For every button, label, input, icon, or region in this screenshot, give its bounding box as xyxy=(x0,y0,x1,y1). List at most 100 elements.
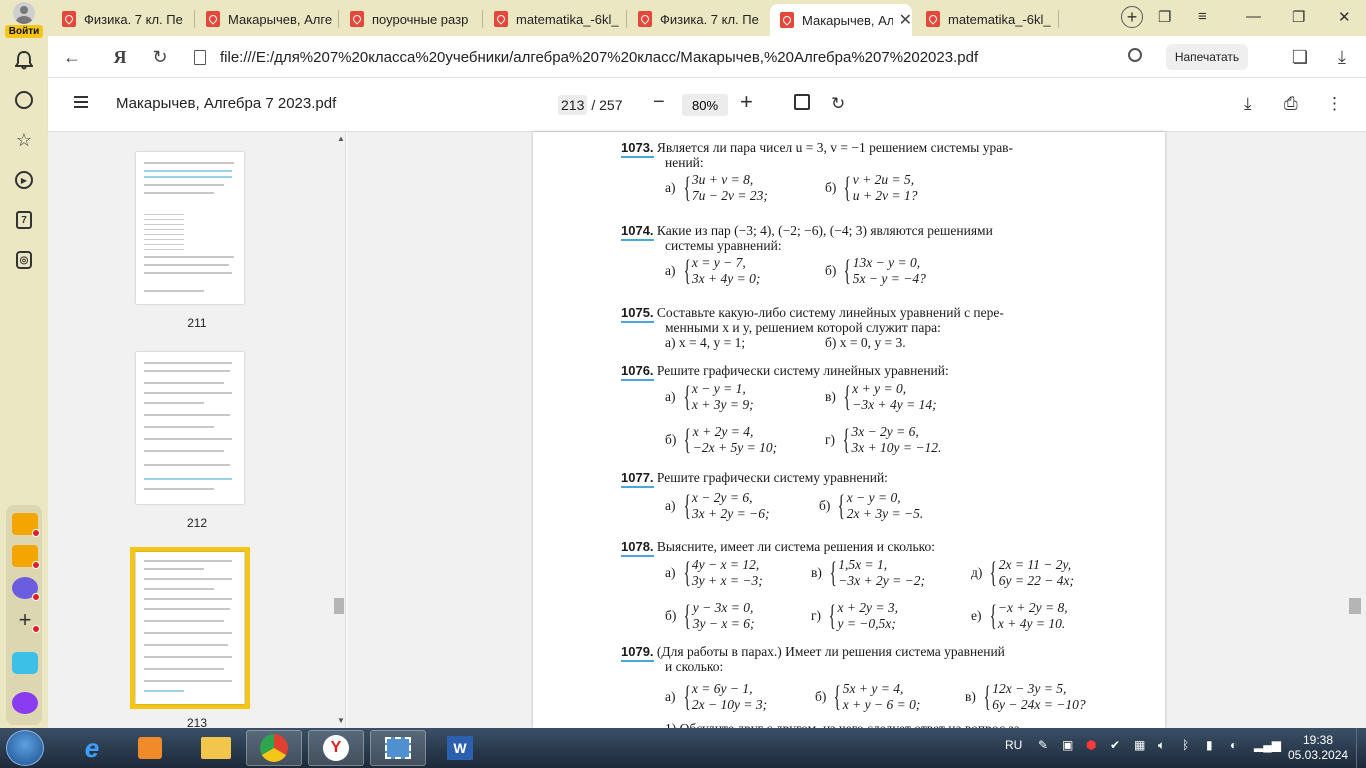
tab-active[interactable]: Макарычев, Ал ✕ xyxy=(770,4,912,36)
show-desktop-button[interactable] xyxy=(1356,728,1366,768)
problem-1074: 1074. Какие из пар (−3; 4), (−2; −6), (−… xyxy=(621,223,993,253)
tab[interactable]: matematika_-6kl_ xyxy=(484,4,624,34)
yandex-icon[interactable]: Я xyxy=(108,45,132,69)
bell-icon[interactable] xyxy=(12,48,36,72)
search-icon[interactable] xyxy=(1128,48,1142,62)
pdf-viewer[interactable]: 1073. Является ли пара чисел u = 3, v = … xyxy=(347,132,1366,736)
network-icon[interactable]: ▦ xyxy=(1134,738,1145,752)
language-indicator[interactable]: RU xyxy=(1005,738,1022,752)
pdf-title: Макарычев, Алгебра 7 2023.pdf xyxy=(116,95,337,112)
tab[interactable]: matematika_-6kl_ xyxy=(916,4,1056,34)
screen: Войти ☆ ▶ 7 ◎ + Физика. 7 кл. Пе Макарыч… xyxy=(0,0,1366,768)
clock-time: 19:38 xyxy=(1302,733,1334,747)
reload-button[interactable]: ↻ xyxy=(148,45,172,69)
word-icon[interactable]: W xyxy=(432,730,488,766)
calendar-icon[interactable]: 7 xyxy=(12,208,36,232)
thumbnail-page[interactable] xyxy=(136,352,244,504)
download-icon[interactable]: ⤓ xyxy=(1244,94,1252,114)
minimize-button[interactable]: — xyxy=(1246,8,1261,25)
system-1079a: а){ x = 6y − 1, 2x − 10y = 3; xyxy=(665,680,768,713)
pdf-icon xyxy=(638,11,652,27)
system-1078v: в){ 1,5x = 1, −3x + 2y = −2; xyxy=(811,556,925,589)
zoom-out-button[interactable]: − xyxy=(653,91,665,114)
thumbnail-pane: 211 212 213 ▲ ▼ xyxy=(48,132,346,730)
scroll-down-arrow[interactable]: ▼ xyxy=(337,716,345,725)
start-button[interactable] xyxy=(6,730,44,766)
menu-icon[interactable] xyxy=(74,96,88,108)
fit-page-icon[interactable] xyxy=(794,94,810,110)
pdf-icon xyxy=(494,11,508,27)
scroll-up-arrow[interactable]: ▲ xyxy=(337,134,345,143)
pen-icon[interactable]: ✎ xyxy=(1038,738,1048,752)
downloads-icon[interactable]: ⤓ xyxy=(1330,45,1354,69)
system-1076v: в){ x + y = 0, −3x + 4y = 14; xyxy=(825,380,937,413)
pdf-icon xyxy=(62,11,76,27)
pdf-page: 1073. Является ли пара чисел u = 3, v = … xyxy=(533,132,1165,736)
account-button[interactable]: Войти xyxy=(0,2,48,40)
volume-icon[interactable]: 🔈︎ xyxy=(1158,738,1165,753)
send-icon[interactable] xyxy=(12,652,38,674)
address-bar[interactable]: file:///E:/для%207%20класса%20учебники/а… xyxy=(188,41,1188,73)
mail-icon[interactable] xyxy=(12,545,40,569)
media-player-icon[interactable] xyxy=(122,730,178,766)
page-total: / 257 xyxy=(591,97,623,113)
more-options-icon[interactable]: ⋮ xyxy=(1326,94,1343,114)
bookmarks-icon[interactable]: ≡ xyxy=(1198,8,1207,25)
viewer-scrollbar[interactable] xyxy=(1349,598,1361,614)
add-icon[interactable]: + xyxy=(12,609,40,633)
snipping-tool-icon[interactable] xyxy=(370,730,426,766)
bluetooth-icon[interactable]: ᛒ xyxy=(1182,738,1189,752)
tab-label: Физика. 7 кл. Пе xyxy=(660,11,759,27)
tab-separator xyxy=(194,10,195,28)
explorer-icon[interactable] xyxy=(188,730,244,766)
star-icon[interactable]: ☆ xyxy=(12,128,36,152)
zoom-in-button[interactable]: + xyxy=(740,89,753,115)
close-tab-icon[interactable]: ✕ xyxy=(899,10,912,30)
tab[interactable]: поурочные разр xyxy=(340,4,480,34)
url-text: file:///E:/для%207%20класса%20учебники/а… xyxy=(220,48,979,66)
tab[interactable]: Физика. 7 кл. Пе xyxy=(628,4,768,34)
system-1076a: а){ x − y = 1, x + 3y = 9; xyxy=(665,380,754,413)
rotate-icon[interactable]: ↻ xyxy=(831,94,845,114)
back-button[interactable]: ← xyxy=(60,45,84,69)
ie-icon[interactable]: e xyxy=(64,730,120,766)
thumbnail-page-selected[interactable] xyxy=(136,552,244,704)
tab-separator xyxy=(338,10,339,28)
system-1076b: б){ x + 2y = 4, −2x + 5y = 10; xyxy=(665,423,778,456)
tab-separator xyxy=(482,10,483,28)
tab-separator xyxy=(1058,10,1059,28)
security-icon[interactable]: ✔ xyxy=(1110,738,1120,752)
history-icon[interactable] xyxy=(12,88,36,112)
messenger-icon[interactable] xyxy=(12,577,40,601)
battery-icon[interactable]: ▮ xyxy=(1206,738,1213,752)
signal-icon[interactable]: ▂▄▆ xyxy=(1254,738,1281,752)
app-tray-icon[interactable]: ▣ xyxy=(1062,738,1073,752)
clock-date: 05.03.2024 xyxy=(1288,748,1349,762)
play-icon[interactable]: ▶ xyxy=(12,168,36,192)
audio-icon[interactable]: ◐ xyxy=(1230,738,1237,752)
system-1077b: б){ x − y = 0, 2x + 3y = −5. xyxy=(819,489,924,522)
tabs-menu-icon[interactable]: ❐ xyxy=(1158,8,1171,26)
page-input[interactable]: 213 xyxy=(558,95,588,115)
collections-icon[interactable]: ❏ xyxy=(1288,45,1312,69)
screenshot-icon[interactable]: ◎ xyxy=(12,248,36,272)
zoom-input[interactable]: 80% xyxy=(682,94,728,116)
tab[interactable]: Физика. 7 кл. Пе xyxy=(52,4,192,34)
close-window-button[interactable]: ✕ xyxy=(1338,8,1351,26)
new-tab-button[interactable]: + xyxy=(1121,6,1143,28)
tab[interactable]: Макарычев, Алге xyxy=(196,4,336,34)
mail-icon[interactable] xyxy=(12,513,40,537)
tab-label: Физика. 7 кл. Пе xyxy=(84,11,183,27)
alice-icon[interactable] xyxy=(12,692,38,714)
print-button[interactable]: Напечатать xyxy=(1166,44,1248,70)
thumbnail-scrollbar[interactable] xyxy=(334,598,344,614)
yandex-browser-icon[interactable]: Y xyxy=(308,730,364,766)
restore-button[interactable]: ❐ xyxy=(1292,8,1305,26)
tab-label: matematika_-6kl_ xyxy=(948,11,1051,27)
problem-1078: 1078. Выясните, имеет ли система решения… xyxy=(621,539,1121,557)
shield-icon[interactable]: ⬢ xyxy=(1086,738,1096,752)
print-icon[interactable]: ⎙ xyxy=(1284,94,1298,114)
thumbnail-page[interactable] xyxy=(136,152,244,304)
clock[interactable]: 19:38 05.03.2024 xyxy=(1288,733,1348,763)
chrome-icon[interactable] xyxy=(246,730,302,766)
